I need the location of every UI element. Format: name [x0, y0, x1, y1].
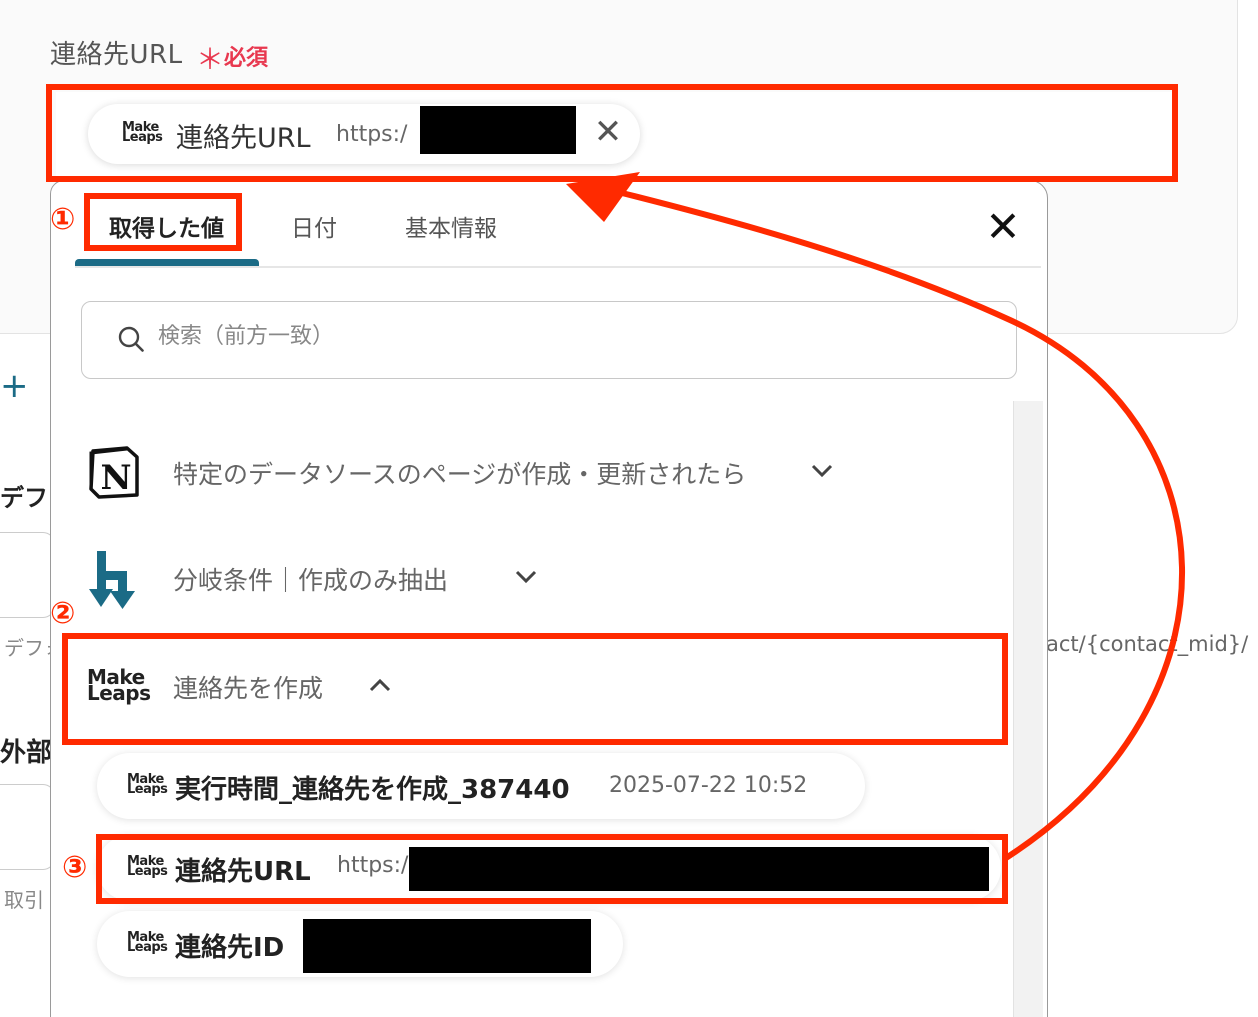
url-template-text: act/{contact_mid}/ — [1046, 632, 1249, 656]
makeleaps-logo: Make Leaps — [127, 772, 168, 798]
item-name: 実行時間_連絡先を作成_387440 — [175, 775, 570, 805]
close-icon[interactable]: ✕ — [983, 203, 1023, 251]
field-help: デフォ — [4, 636, 50, 660]
annotation-number-2: ② — [50, 596, 76, 631]
annotation-box-item — [96, 834, 1008, 904]
tab-divider — [75, 266, 1041, 268]
field-label: 連絡先URL — [50, 40, 183, 70]
search-box[interactable] — [81, 301, 1017, 379]
item-value: 2025-07-22 10:52 — [609, 773, 808, 798]
chevron-down-icon — [811, 459, 833, 484]
group-label: 分岐条件｜作成のみ抽出 — [173, 566, 449, 595]
redaction-mask — [303, 919, 591, 973]
annotation-number-3: ③ — [62, 850, 88, 885]
chevron-down-icon — [515, 565, 537, 590]
item-name: 連絡先ID — [175, 933, 285, 963]
active-tab-indicator — [75, 259, 259, 266]
svg-text:N: N — [100, 458, 131, 498]
search-icon — [118, 326, 144, 352]
field-help-2: 取引 — [4, 888, 44, 912]
scrollbar[interactable] — [1013, 401, 1043, 1017]
tab-basic-info[interactable]: 基本情報 — [405, 209, 497, 243]
required-star: ＊ — [196, 43, 225, 76]
default-input[interactable] — [0, 532, 55, 618]
group-notion-trigger[interactable]: N 特定のデータソースのページが作成・更新されたら — [51, 431, 1011, 511]
annotation-number-1: ① — [50, 202, 76, 237]
group-branch[interactable]: 分岐条件｜作成のみ抽出 — [51, 539, 1011, 619]
add-icon[interactable]: + — [0, 366, 29, 406]
field-label-external: 外部I — [0, 738, 50, 768]
branch-icon — [89, 551, 135, 609]
tab-date[interactable]: 日付 — [291, 209, 337, 243]
value-item-contact-id[interactable]: Make Leaps 連絡先ID — [97, 911, 623, 977]
annotation-box-tab — [84, 193, 242, 251]
makeleaps-logo: Make Leaps — [127, 930, 168, 956]
field-label-default: デフォ — [0, 484, 50, 512]
group-label: 特定のデータソースのページが作成・更新されたら — [173, 460, 747, 489]
external-input[interactable] — [0, 784, 55, 870]
search-input[interactable] — [158, 324, 958, 349]
required-text: 必須 — [224, 46, 269, 71]
annotation-box-target — [46, 84, 1178, 182]
notion-icon: N — [89, 446, 139, 499]
annotation-box-group — [62, 633, 1008, 745]
value-item[interactable]: Make Leaps 実行時間_連絡先を作成_387440 2025-07-22 … — [97, 753, 865, 819]
